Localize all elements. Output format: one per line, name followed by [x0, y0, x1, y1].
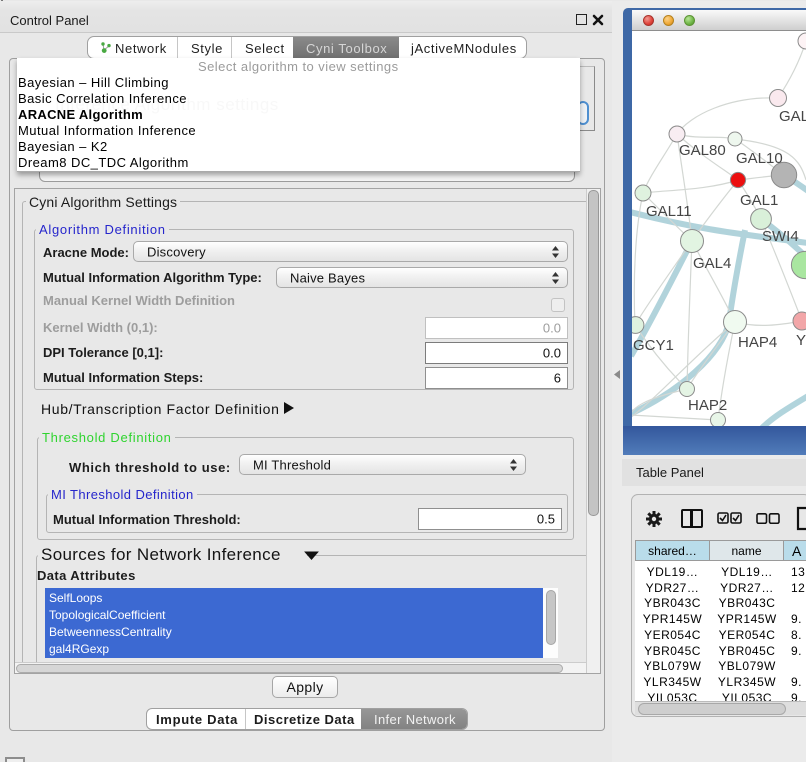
- svg-text:GAL2: GAL2: [779, 108, 806, 125]
- svg-text:GAL10: GAL10: [736, 150, 783, 167]
- svg-text:GAL4: GAL4: [693, 255, 731, 272]
- svg-text:SWI4: SWI4: [762, 228, 799, 245]
- svg-text:GCY1: GCY1: [633, 337, 674, 354]
- svg-text:GAL11: GAL11: [646, 203, 692, 220]
- svg-text:YEL: YEL: [796, 332, 806, 349]
- svg-text:GAL1: GAL1: [740, 192, 778, 209]
- svg-text:GAL80: GAL80: [679, 142, 726, 159]
- svg-text:HAP4: HAP4: [738, 334, 777, 351]
- svg-text:HAP2: HAP2: [688, 397, 727, 414]
